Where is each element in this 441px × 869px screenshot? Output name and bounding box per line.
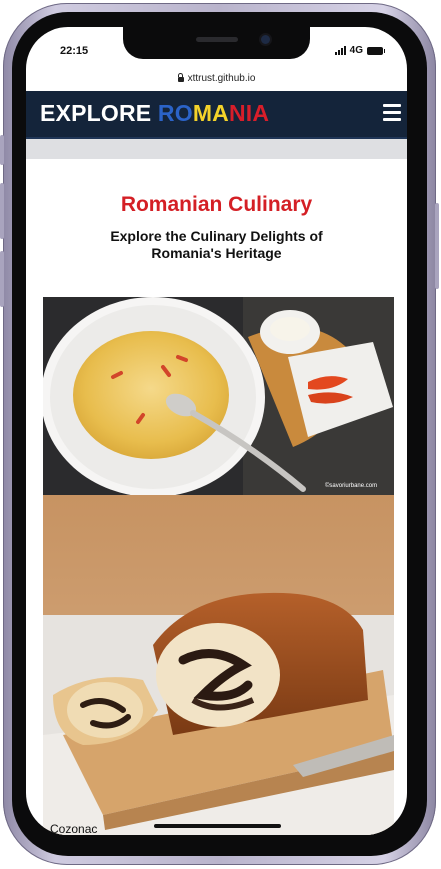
page-subtitle: Explore the Culinary Delights of Romania…: [110, 228, 323, 261]
brand-ma: MA: [192, 100, 229, 126]
brand-nia: NIA: [228, 100, 270, 126]
battery-icon: [367, 46, 385, 55]
status-indicators: 4G: [334, 45, 385, 56]
url-text: xttrust.github.io: [187, 72, 256, 84]
front-camera: [261, 35, 270, 44]
volume-down-button: [0, 251, 4, 307]
mute-switch: [0, 135, 4, 165]
home-indicator[interactable]: [154, 824, 281, 828]
site-logo[interactable]: EXPLORE ROMANIA: [40, 100, 269, 127]
signal-icon: [334, 46, 346, 55]
speaker-grille: [196, 37, 238, 42]
lock-icon: [177, 73, 184, 82]
network-type: 4G: [349, 45, 363, 56]
soup-bowl-photo: ©savoriurbane.com: [43, 297, 394, 495]
image-credit: ©savoriurbane.com: [325, 482, 377, 489]
hamburger-menu-icon[interactable]: [383, 104, 401, 121]
brand-explore: EXPLORE: [40, 100, 158, 126]
brand-ro: RO: [157, 100, 193, 126]
nav-sub-strip: [26, 139, 407, 159]
phone-screen: 22:15 4G xttrust.github.io EXPLORE ROMAN…: [26, 27, 407, 835]
page-title: Romanian Culinary: [120, 193, 313, 216]
notch: [123, 27, 310, 59]
cozonac-bread-photo: [43, 495, 394, 835]
power-button: [435, 203, 439, 289]
address-bar[interactable]: xttrust.github.io: [26, 67, 407, 89]
volume-up-button: [0, 183, 4, 239]
status-time: 22:15: [60, 45, 89, 57]
site-navbar: EXPLORE ROMANIA: [26, 91, 407, 139]
dish-caption: Cozonac: [50, 822, 98, 835]
